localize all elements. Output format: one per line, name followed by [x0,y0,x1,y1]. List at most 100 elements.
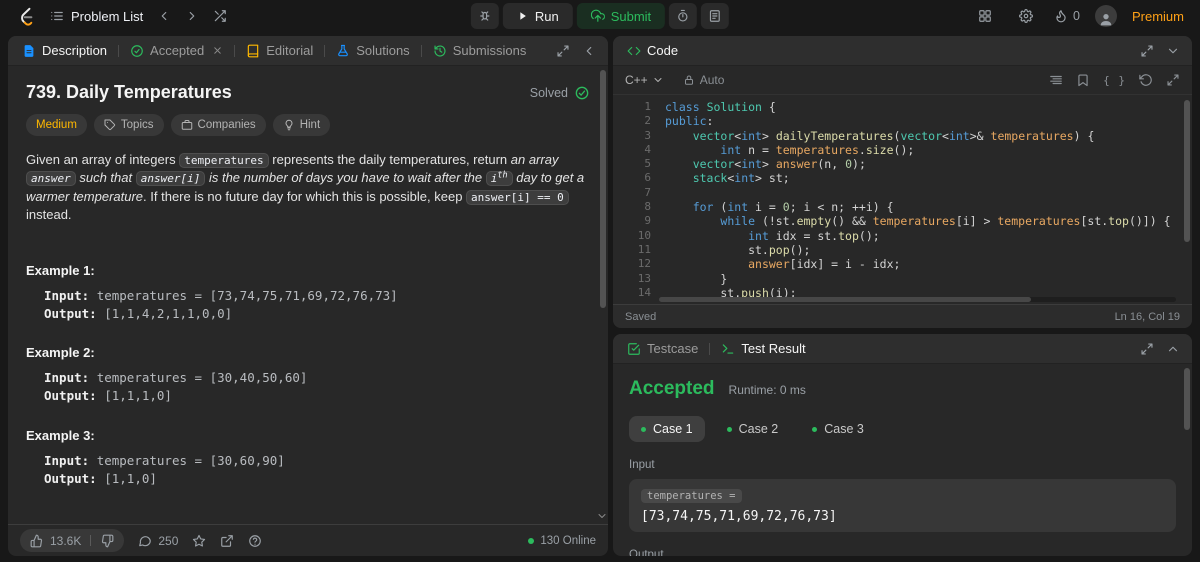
submit-label: Submit [610,8,652,24]
book-icon [247,44,259,57]
tab-submissions-label: Submissions [452,43,527,58]
tab-test-result[interactable]: Test Result [719,341,807,356]
tab-code-label: Code [647,43,679,58]
expand-test-button[interactable] [1140,342,1154,356]
tab-testcase[interactable]: Testcase [625,341,700,356]
output-label: Output [629,549,664,556]
streak-count: 0 [1073,9,1080,23]
grid-icon [979,10,991,22]
scroll-down-button[interactable] [596,510,608,522]
case-passed-dot-icon [726,426,732,432]
user-icon [1100,14,1112,26]
expand-description-button[interactable] [556,44,570,58]
vote-group: 13.6K [20,529,125,552]
next-problem-button[interactable] [179,4,205,28]
chevron-down-icon [1168,48,1178,53]
tab-solutions[interactable]: Solutions [334,43,411,58]
leetcode-logo[interactable] [10,6,42,26]
like-button[interactable]: 13.6K [30,534,81,548]
input-box[interactable]: temperatures = [73,74,75,71,69,72,76,73] [629,479,1176,532]
chevron-down-icon [654,78,662,82]
share-icon [221,534,234,547]
description-scrollbar[interactable] [600,70,606,308]
debug-button[interactable] [470,3,499,29]
run-button[interactable]: Run [502,3,573,29]
tag-icon [104,119,115,131]
random-problem-button[interactable] [207,4,233,28]
maximize-icon [1167,74,1179,86]
problem-list-button[interactable]: Problem List [44,5,149,28]
question-circle-icon [249,534,262,547]
tab-accepted[interactable]: Accepted [128,43,225,58]
streak-counter[interactable]: 0 [1054,9,1080,23]
reset-code-button[interactable] [1139,73,1153,87]
notes-button[interactable] [701,3,730,29]
close-icon[interactable] [212,45,223,56]
layout-button[interactable] [972,4,998,28]
editor-hscrollbar[interactable] [659,297,1176,302]
language-selector[interactable]: C++ [625,73,664,87]
topics-label: Topics [120,119,154,131]
collapse-test-button[interactable] [1166,342,1180,356]
tab-submissions[interactable]: Submissions [431,43,529,58]
case-passed-dot-icon [641,426,646,432]
collapse-description-button[interactable] [582,44,596,58]
case-passed-dot-icon [812,426,818,432]
favorite-button[interactable] [192,534,206,548]
top-navbar: Problem List Run Submit 0 Premium [0,0,1200,32]
snippets-button[interactable]: { } [1103,74,1126,87]
example-block: Example 2: Input: temperatures = [30,40,5… [26,345,308,404]
cursor-position: Ln 16, Col 19 [1114,310,1180,323]
note-icon [710,10,721,22]
format-code-button[interactable] [1049,73,1063,87]
share-button[interactable] [220,534,234,548]
editor-scrollbar[interactable] [1184,100,1190,242]
test-scrollbar[interactable] [1184,368,1190,430]
companies-label: Companies [197,119,256,131]
star-icon [193,534,206,547]
auto-label: Auto [699,73,725,87]
tab-editorial-label: Editorial [266,43,314,58]
problem-statement: Given an array of integers temperatures … [26,152,585,223]
description-panel: Description Accepted Editorial Solutions [8,36,608,556]
collapse-code-button[interactable] [1166,44,1180,58]
check-square-icon [628,342,640,355]
premium-button[interactable]: Premium [1132,9,1184,24]
tab-editorial[interactable]: Editorial [244,43,315,58]
gear-icon [1019,9,1033,23]
case-tab[interactable]: Case 2 [715,416,791,442]
fullscreen-editor-button[interactable] [1166,73,1180,87]
settings-button[interactable] [1013,4,1039,28]
editor-hscrollbar-thumb[interactable] [659,297,1032,302]
difficulty-badge[interactable]: Medium [26,114,87,136]
bookmark-button[interactable] [1076,73,1090,87]
test-tabbar: Testcase Test Result [613,334,1192,364]
tab-description[interactable]: Description [20,43,109,58]
tab-code[interactable]: Code [625,43,680,58]
prev-problem-button[interactable] [151,4,177,28]
case-tab[interactable]: Case 3 [800,416,876,442]
flame-icon [1056,10,1066,23]
divider [420,44,422,57]
reset-icon [1139,74,1152,86]
hint-badge[interactable]: Hint [272,114,331,136]
chevron-left-icon [586,46,592,55]
case-tab[interactable]: Case 1 [629,416,705,442]
comments-button[interactable]: 250 [138,534,178,548]
submit-button[interactable]: Submit [576,3,666,29]
code-editor[interactable]: 1 2 3 4 5 6 7 8 9 10 11 12 13 14 class Solution {publ… [613,95,1192,304]
expand-code-button[interactable] [1140,44,1154,58]
dislike-button[interactable] [100,534,114,548]
format-icon [1050,75,1062,85]
help-button[interactable] [248,534,262,548]
code-content: class Solution {public: vector<int> dail… [665,100,1171,300]
test-panel: Testcase Test Result Accepted Runtime: 0… [613,334,1192,556]
bug-icon [480,11,490,21]
leetcode-logo-icon [21,7,33,26]
case-tabs: Case 1 Case 2 Case 3 [629,416,1176,442]
topics-badge[interactable]: Topics [93,114,164,136]
online-dot-icon [528,537,535,544]
timer-button[interactable] [669,3,698,29]
avatar[interactable] [1094,5,1117,27]
companies-badge[interactable]: Companies [170,114,266,136]
